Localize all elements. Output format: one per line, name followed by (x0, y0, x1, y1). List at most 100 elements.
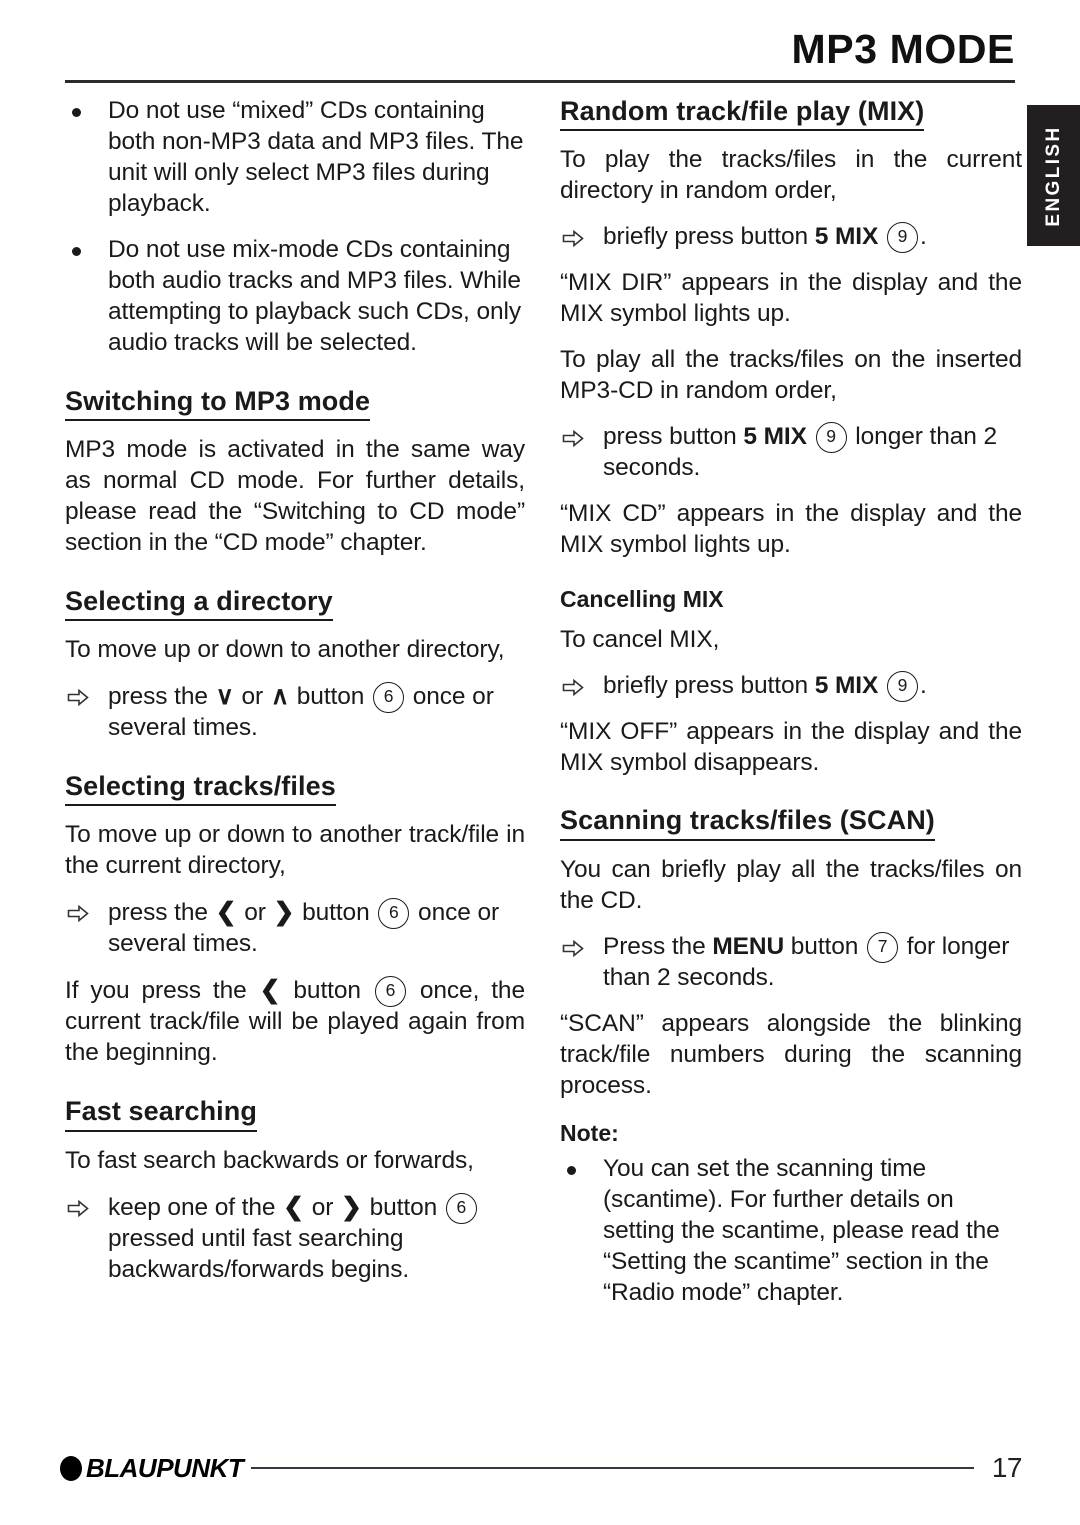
warning-text: Do not use mix-mode CDs containing both … (108, 235, 522, 356)
language-tab-label: ENGLISH (1042, 124, 1064, 227)
heading-note: Note: (560, 1119, 619, 1146)
page-header: MP3 MODE (65, 26, 1015, 84)
page-footer: BLAUPUNKT 17 (60, 1451, 1023, 1485)
step-text-mid: or (244, 899, 266, 927)
paragraph-random-intro-cd: To play all the tracks/files on the inse… (560, 346, 1022, 405)
arrow-right-icon (562, 939, 584, 957)
steps-random-dir: briefly press button 5 MIX 9. (560, 222, 1022, 254)
step-text-mid: or (241, 683, 264, 711)
button-label: 5 MIX (743, 423, 807, 451)
list-item: briefly press button 5 MIX 9. (560, 222, 1022, 254)
heading-cancelling-mix: Cancelling MIX (560, 586, 724, 613)
heading-selecting-directory-wrap: Selecting a directory (65, 586, 525, 622)
step-text-post: button (369, 1193, 438, 1221)
note-text-pre: If you press the (65, 977, 247, 1005)
note-list: You can set the scanning time (scantime)… (560, 1154, 1022, 1309)
note-text-mid: button (293, 977, 361, 1005)
step-text-pre: press the (108, 683, 208, 711)
steps-fast-searching: keep one of the ❮ or ❯ button 6 pressed … (65, 1192, 525, 1286)
arrow-right-icon (562, 678, 584, 696)
chevron-down-icon: ∨ (215, 682, 234, 711)
paragraph-scanning-intro: You can briefly play all the tracks/file… (560, 855, 1022, 914)
bullet-dot-icon (72, 246, 81, 256)
arrow-right-icon (67, 689, 89, 707)
step-text-pre: briefly press button (603, 671, 808, 699)
list-item: You can set the scanning time (scantime)… (560, 1154, 1022, 1309)
list-item: press the ∨ or ∧ button 6 once or severa… (65, 681, 525, 744)
language-tab: ENGLISH (1027, 105, 1080, 246)
paragraph-cancelling-intro: To cancel MIX, (560, 625, 720, 653)
bullet-dot-icon (72, 108, 81, 117)
arrow-right-icon (562, 430, 584, 448)
step-text-pre: Press the (603, 932, 706, 960)
button-reference-badge: 6 (378, 898, 410, 930)
heading-scanning-tracks-files: Scanning tracks/files (SCAN) (560, 805, 935, 841)
steps-scanning: Press the MENU button 7 for longer than … (560, 931, 1022, 994)
chevron-right-icon: ❯ (341, 1192, 362, 1221)
list-item: keep one of the ❮ or ❯ button 6 pressed … (65, 1192, 525, 1286)
arrow-right-icon (562, 230, 584, 248)
chevron-right-icon: ❯ (273, 898, 295, 927)
heading-scanning-wrap: Scanning tracks/files (SCAN) (560, 805, 1022, 841)
paragraph-selecting-tracks-note: If you press the ❮ button 6 once, the cu… (65, 975, 525, 1069)
page-number: 17 (991, 1452, 1023, 1483)
heading-fast-searching-wrap: Fast searching (65, 1096, 525, 1132)
right-column: Random track/file play (MIX) To play the… (560, 96, 1022, 1324)
paragraph-selecting-tracks-intro: To move up or down to another track/file… (65, 821, 525, 880)
list-item: Do not use “mixed” CDs containing both n… (65, 96, 525, 220)
list-item: Do not use mix-mode CDs containing both … (65, 235, 525, 359)
list-item: briefly press button 5 MIX 9. (560, 670, 1022, 702)
heading-switching-wrap: Switching to MP3 mode (65, 386, 525, 422)
paragraph-random-intro-dir: To play the tracks/files in the current … (560, 146, 1022, 205)
paragraph-switching: MP3 mode is activated in the same way as… (65, 436, 525, 557)
button-label: 5 MIX (814, 671, 879, 699)
step-text-post: button (790, 932, 859, 960)
step-text-tail: . (919, 223, 927, 251)
heading-switching-to-mp3-mode: Switching to MP3 mode (65, 386, 371, 422)
heading-selecting-tracks-wrap: Selecting tracks/files (65, 771, 525, 807)
steps-selecting-tracks: press the ❮ or ❯ button 6 once or severa… (65, 897, 525, 960)
heading-selecting-tracks-files: Selecting tracks/files (65, 771, 336, 807)
step-text-post: button (296, 683, 365, 711)
arrow-right-icon (67, 905, 89, 923)
button-reference-badge: 9 (886, 670, 918, 702)
paragraph-fast-searching-intro: To fast search backwards or forwards, (65, 1146, 474, 1174)
steps-random-cd: press button 5 MIX 9 longer than 2 secon… (560, 422, 1022, 484)
button-reference-badge: 7 (867, 931, 899, 963)
steps-selecting-directory: press the ∨ or ∧ button 6 once or severa… (65, 681, 525, 744)
chevron-left-icon: ❮ (259, 976, 281, 1005)
button-label: MENU (712, 932, 785, 960)
button-reference-badge: 6 (445, 1192, 477, 1224)
step-text-tail: . (919, 671, 927, 699)
steps-cancelling-mix: briefly press button 5 MIX 9. (560, 670, 1022, 702)
list-item: press button 5 MIX 9 longer than 2 secon… (560, 422, 1022, 484)
step-text-pre: keep one of the (108, 1193, 276, 1221)
button-label: 5 MIX (814, 223, 879, 251)
heading-selecting-a-directory: Selecting a directory (65, 586, 333, 622)
brand-logo: BLAUPUNKT (60, 1452, 244, 1484)
heading-fast-searching: Fast searching (65, 1096, 257, 1132)
step-text-tail: pressed until fast searching backwards/f… (108, 1224, 410, 1283)
warning-list: Do not use “mixed” CDs containing both n… (65, 96, 525, 359)
note-text: You can set the scanning time (scantime)… (603, 1155, 1000, 1306)
step-text-pre: press the (108, 899, 208, 927)
chevron-left-icon: ❮ (215, 898, 237, 927)
step-text-mid: or (311, 1193, 334, 1221)
left-column: Do not use “mixed” CDs containing both n… (65, 96, 525, 1301)
heading-random-track-file-play: Random track/file play (MIX) (560, 96, 925, 132)
button-reference-badge: 6 (374, 976, 406, 1008)
list-item: press the ❮ or ❯ button 6 once or severa… (65, 897, 525, 960)
button-reference-badge: 9 (886, 222, 918, 254)
page-title: MP3 MODE (791, 26, 1015, 72)
paragraph-cancelling-result: “MIX OFF” appears in the display and the… (560, 717, 1022, 776)
paragraph-random-result-cd: “MIX CD” appears in the display and the … (560, 500, 1022, 559)
chevron-up-icon: ∧ (270, 682, 290, 711)
warning-text: Do not use “mixed” CDs containing both n… (108, 97, 524, 217)
brand-dot-icon (60, 1455, 82, 1481)
paragraph-selecting-directory-intro: To move up or down to another directory, (65, 636, 505, 664)
step-text-pre: briefly press button (603, 223, 808, 251)
brand-name: BLAUPUNKT (86, 1452, 244, 1483)
paragraph-random-result-dir: “MIX DIR” appears in the display and the… (560, 269, 1022, 328)
step-text-pre: press button (603, 423, 737, 451)
arrow-right-icon (67, 1199, 89, 1217)
